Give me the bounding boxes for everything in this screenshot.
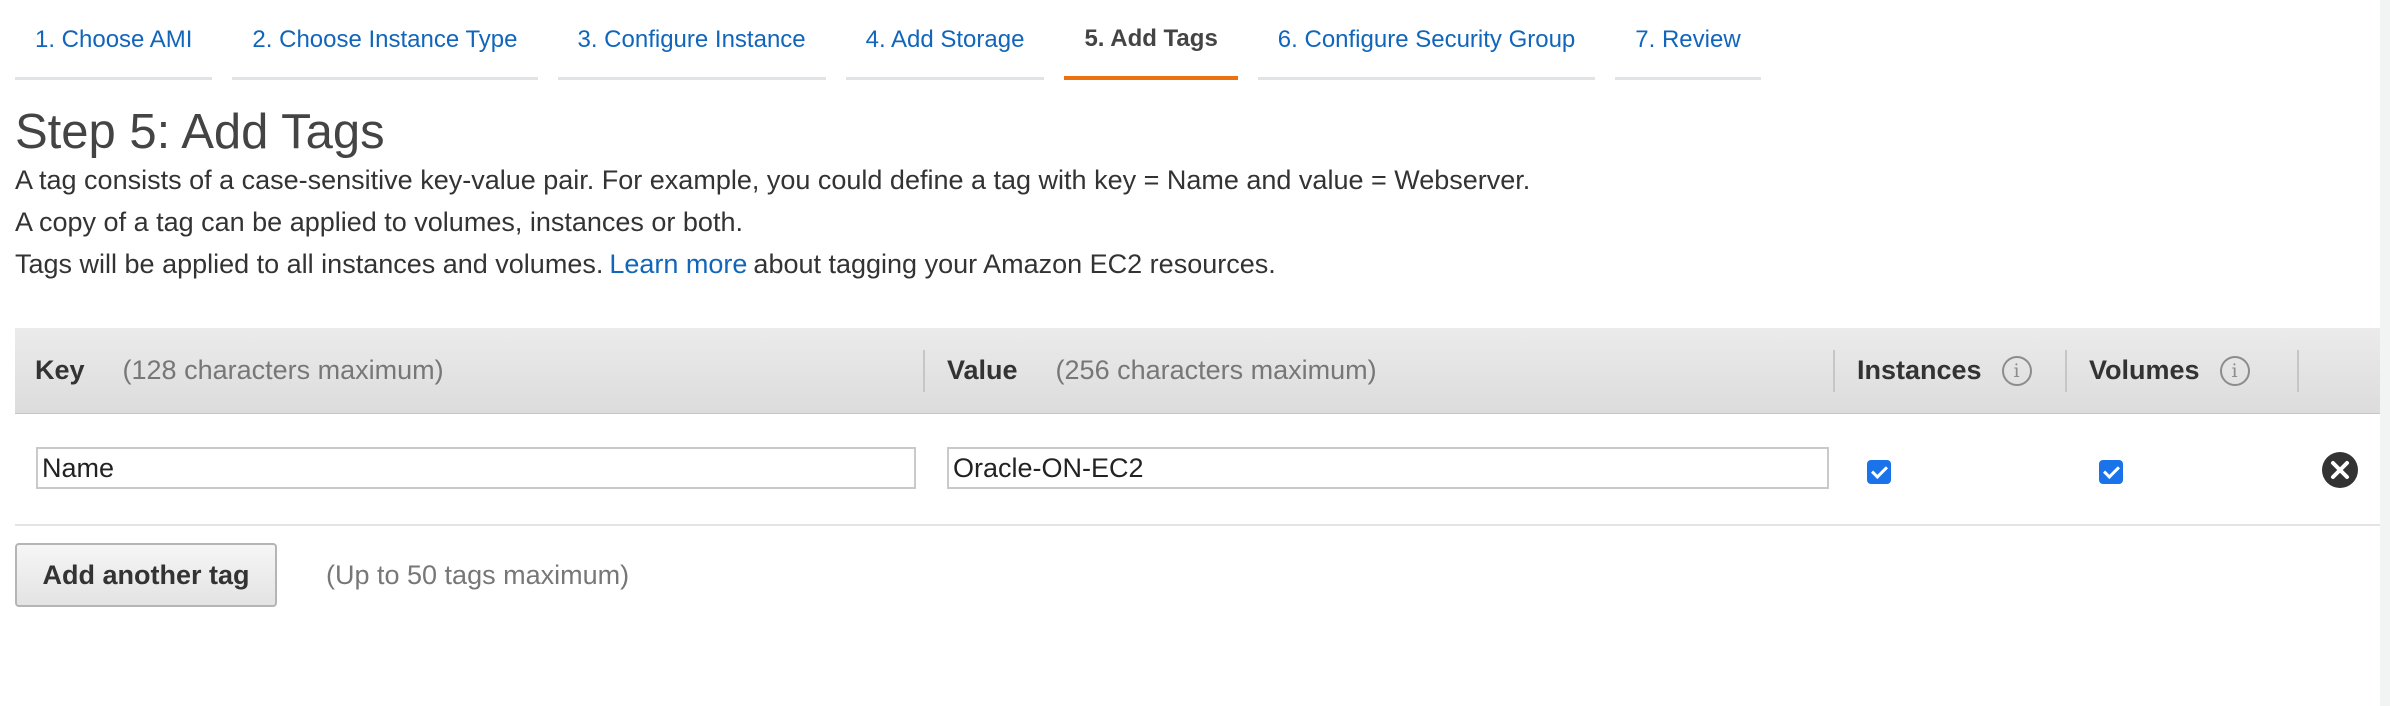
- description-line-3-start: Tags will be applied to all instances an…: [15, 249, 604, 279]
- column-divider: [1833, 350, 1835, 392]
- instances-column-header: Instances i: [1857, 328, 2032, 413]
- value-column-header: Value (256 characters maximum): [947, 328, 1377, 413]
- add-another-tag-button[interactable]: Add another tag: [15, 543, 277, 607]
- column-divider: [2297, 350, 2299, 392]
- tab-add-storage[interactable]: 4. Add Storage: [845, 2, 1045, 80]
- instances-header-label: Instances: [1857, 355, 1982, 385]
- tab-choose-instance-type[interactable]: 2. Choose Instance Type: [232, 2, 538, 80]
- instances-checkbox[interactable]: [1867, 460, 1891, 484]
- key-header-label: Key: [35, 355, 85, 385]
- description-line-3-end: about tagging your Amazon EC2 resources.: [753, 249, 1276, 279]
- tab-choose-ami[interactable]: 1. Choose AMI: [15, 2, 213, 80]
- description-line-2: A copy of a tag can be applied to volume…: [15, 207, 743, 237]
- table-row: [15, 414, 2380, 526]
- wizard-tabs: 1. Choose AMI 2. Choose Instance Type 3.…: [15, 0, 1781, 80]
- page-title: Step 5: Add Tags: [15, 105, 385, 159]
- tag-key-input[interactable]: [36, 447, 916, 489]
- info-icon[interactable]: i: [2219, 355, 2250, 386]
- value-header-hint: (256 characters maximum): [1055, 355, 1377, 385]
- volumes-checkbox[interactable]: [2099, 460, 2123, 484]
- value-header-label: Value: [947, 355, 1018, 385]
- column-divider: [2065, 350, 2067, 392]
- tab-configure-security-group[interactable]: 6. Configure Security Group: [1257, 2, 1596, 80]
- volumes-header-label: Volumes: [2089, 355, 2200, 385]
- description-line-1: A tag consists of a case-sensitive key-v…: [15, 165, 1531, 195]
- tags-table-header: Key (128 characters maximum) Value (256 …: [15, 328, 2380, 414]
- learn-more-link[interactable]: Learn more: [609, 249, 747, 279]
- tab-add-tags[interactable]: 5. Add Tags: [1064, 2, 1238, 80]
- remove-tag-button[interactable]: [2322, 452, 2358, 488]
- tags-table: Key (128 characters maximum) Value (256 …: [15, 328, 2380, 526]
- info-icon[interactable]: i: [2001, 355, 2032, 386]
- column-divider: [923, 350, 925, 392]
- close-icon: [2331, 461, 2349, 479]
- description-line-3: Tags will be applied to all instances an…: [15, 247, 1276, 281]
- tag-value-input[interactable]: [947, 447, 1829, 489]
- key-header-hint: (128 characters maximum): [122, 355, 444, 385]
- page-edge: [2380, 0, 2390, 706]
- key-column-header: Key (128 characters maximum): [35, 328, 444, 413]
- tab-review[interactable]: 7. Review: [1615, 2, 1761, 80]
- tab-configure-instance[interactable]: 3. Configure Instance: [557, 2, 826, 80]
- volumes-column-header: Volumes i: [2089, 328, 2250, 413]
- tag-limit-note: (Up to 50 tags maximum): [326, 560, 630, 590]
